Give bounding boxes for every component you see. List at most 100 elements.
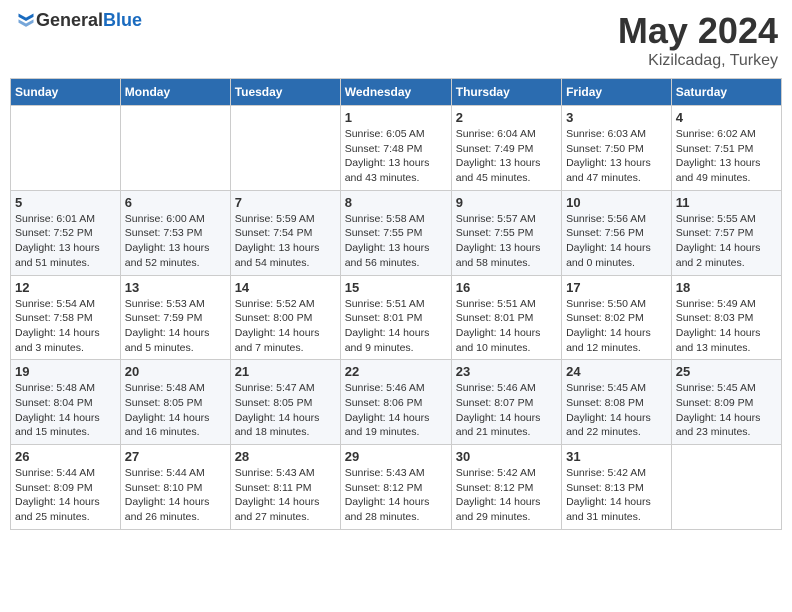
calendar-cell: 21 Sunrise: 5:47 AMSunset: 8:05 PMDayligh… xyxy=(230,360,340,445)
day-number: 21 xyxy=(235,364,336,379)
calendar-cell: 1 Sunrise: 6:05 AMSunset: 7:48 PMDaylight… xyxy=(340,106,451,191)
day-info: Sunrise: 6:02 AMSunset: 7:51 PMDaylight:… xyxy=(676,127,777,186)
day-number: 10 xyxy=(566,195,667,210)
day-number: 22 xyxy=(345,364,447,379)
day-number: 16 xyxy=(456,280,557,295)
calendar-cell: 15Sunrise: 5:51 AMSunset: 8:01 PMDayligh… xyxy=(340,275,451,360)
day-number: 18 xyxy=(676,280,777,295)
calendar-cell: 29 Sunrise: 5:43 AMSunset: 8:12 PMDayligh… xyxy=(340,445,451,530)
day-number: 4 xyxy=(676,110,777,125)
day-info: Sunrise: 5:42 AMSunset: 8:12 PMDaylight:… xyxy=(456,466,557,525)
day-number: 20 xyxy=(125,364,226,379)
day-number: 30 xyxy=(456,449,557,464)
calendar-cell: 30 Sunrise: 5:42 AMSunset: 8:12 PMDayligh… xyxy=(451,445,561,530)
day-number: 19 xyxy=(15,364,116,379)
day-info: Sunrise: 5:44 AMSunset: 8:09 PMDaylight:… xyxy=(15,466,116,525)
calendar-cell: 22 Sunrise: 5:46 AMSunset: 8:06 PMDayligh… xyxy=(340,360,451,445)
day-info: Sunrise: 5:59 AMSunset: 7:54 PMDaylight:… xyxy=(235,212,336,271)
day-info: Sunrise: 5:49 AMSunset: 8:03 PMDaylight:… xyxy=(676,297,777,356)
location: Kizilcadag, Turkey xyxy=(618,52,778,70)
day-info: Sunrise: 5:46 AMSunset: 8:06 PMDaylight:… xyxy=(345,381,447,440)
calendar-cell: 11Sunrise: 5:55 AMSunset: 7:57 PMDayligh… xyxy=(671,190,781,275)
day-number: 3 xyxy=(566,110,667,125)
calendar-cell: 13 Sunrise: 5:53 AMSunset: 7:59 PMDayligh… xyxy=(120,275,230,360)
calendar-cell: 3 Sunrise: 6:03 AMSunset: 7:50 PMDaylight… xyxy=(562,106,672,191)
calendar-cell: 6 Sunrise: 6:00 AMSunset: 7:53 PMDaylight… xyxy=(120,190,230,275)
day-number: 17 xyxy=(566,280,667,295)
logo-text: GeneralBlue xyxy=(36,10,142,30)
day-number: 9 xyxy=(456,195,557,210)
day-number: 6 xyxy=(125,195,226,210)
day-number: 1 xyxy=(345,110,447,125)
day-info: Sunrise: 5:57 AMSunset: 7:55 PMDaylight:… xyxy=(456,212,557,271)
calendar-cell: 23Sunrise: 5:46 AMSunset: 8:07 PMDayligh… xyxy=(451,360,561,445)
day-number: 14 xyxy=(235,280,336,295)
calendar-cell xyxy=(11,106,121,191)
weekday-header-row: SundayMondayTuesdayWednesdayThursdayFrid… xyxy=(11,79,782,106)
calendar-cell: 14 Sunrise: 5:52 AMSunset: 8:00 PMDayligh… xyxy=(230,275,340,360)
day-number: 2 xyxy=(456,110,557,125)
day-info: Sunrise: 5:43 AMSunset: 8:12 PMDaylight:… xyxy=(345,466,447,525)
day-number: 26 xyxy=(15,449,116,464)
title-area: May 2024 Kizilcadag, Turkey xyxy=(618,10,778,70)
day-number: 11 xyxy=(676,195,777,210)
calendar-cell: 9 Sunrise: 5:57 AMSunset: 7:55 PMDaylight… xyxy=(451,190,561,275)
calendar-cell: 2 Sunrise: 6:04 AMSunset: 7:49 PMDaylight… xyxy=(451,106,561,191)
calendar-cell: 24 Sunrise: 5:45 AMSunset: 8:08 PMDayligh… xyxy=(562,360,672,445)
calendar-cell: 8 Sunrise: 5:58 AMSunset: 7:55 PMDaylight… xyxy=(340,190,451,275)
day-number: 12 xyxy=(15,280,116,295)
weekday-header-wednesday: Wednesday xyxy=(340,79,451,106)
day-info: Sunrise: 5:45 AMSunset: 8:08 PMDaylight:… xyxy=(566,381,667,440)
calendar-cell: 31 Sunrise: 5:42 AMSunset: 8:13 PMDayligh… xyxy=(562,445,672,530)
calendar-table: SundayMondayTuesdayWednesdayThursdayFrid… xyxy=(10,78,782,530)
day-info: Sunrise: 5:47 AMSunset: 8:05 PMDaylight:… xyxy=(235,381,336,440)
calendar-cell xyxy=(671,445,781,530)
day-info: Sunrise: 5:51 AMSunset: 8:01 PMDaylight:… xyxy=(456,297,557,356)
day-info: Sunrise: 6:00 AMSunset: 7:53 PMDaylight:… xyxy=(125,212,226,271)
calendar-cell: 12Sunrise: 5:54 AMSunset: 7:58 PMDayligh… xyxy=(11,275,121,360)
day-info: Sunrise: 5:42 AMSunset: 8:13 PMDaylight:… xyxy=(566,466,667,525)
week-row-5: 26 Sunrise: 5:44 AMSunset: 8:09 PMDayligh… xyxy=(11,445,782,530)
calendar-cell: 7 Sunrise: 5:59 AMSunset: 7:54 PMDaylight… xyxy=(230,190,340,275)
calendar-cell: 18 Sunrise: 5:49 AMSunset: 8:03 PMDayligh… xyxy=(671,275,781,360)
day-info: Sunrise: 5:50 AMSunset: 8:02 PMDaylight:… xyxy=(566,297,667,356)
day-info: Sunrise: 5:44 AMSunset: 8:10 PMDaylight:… xyxy=(125,466,226,525)
day-info: Sunrise: 5:43 AMSunset: 8:11 PMDaylight:… xyxy=(235,466,336,525)
calendar-cell xyxy=(230,106,340,191)
week-row-1: 1 Sunrise: 6:05 AMSunset: 7:48 PMDaylight… xyxy=(11,106,782,191)
day-number: 13 xyxy=(125,280,226,295)
day-number: 8 xyxy=(345,195,447,210)
day-number: 24 xyxy=(566,364,667,379)
calendar-cell: 4 Sunrise: 6:02 AMSunset: 7:51 PMDaylight… xyxy=(671,106,781,191)
weekday-header-sunday: Sunday xyxy=(11,79,121,106)
weekday-header-tuesday: Tuesday xyxy=(230,79,340,106)
calendar-cell: 19 Sunrise: 5:48 AMSunset: 8:04 PMDayligh… xyxy=(11,360,121,445)
day-info: Sunrise: 5:52 AMSunset: 8:00 PMDaylight:… xyxy=(235,297,336,356)
day-number: 28 xyxy=(235,449,336,464)
day-info: Sunrise: 5:58 AMSunset: 7:55 PMDaylight:… xyxy=(345,212,447,271)
day-number: 25 xyxy=(676,364,777,379)
logo-icon xyxy=(16,11,36,31)
calendar-cell: 17 Sunrise: 5:50 AMSunset: 8:02 PMDayligh… xyxy=(562,275,672,360)
day-number: 31 xyxy=(566,449,667,464)
day-info: Sunrise: 5:53 AMSunset: 7:59 PMDaylight:… xyxy=(125,297,226,356)
day-number: 7 xyxy=(235,195,336,210)
calendar-cell: 10Sunrise: 5:56 AMSunset: 7:56 PMDayligh… xyxy=(562,190,672,275)
logo: GeneralBlue xyxy=(14,10,142,31)
day-number: 29 xyxy=(345,449,447,464)
calendar-cell: 26 Sunrise: 5:44 AMSunset: 8:09 PMDayligh… xyxy=(11,445,121,530)
weekday-header-monday: Monday xyxy=(120,79,230,106)
weekday-header-saturday: Saturday xyxy=(671,79,781,106)
calendar-cell: 5Sunrise: 6:01 AMSunset: 7:52 PMDaylight… xyxy=(11,190,121,275)
day-info: Sunrise: 6:03 AMSunset: 7:50 PMDaylight:… xyxy=(566,127,667,186)
day-info: Sunrise: 6:01 AMSunset: 7:52 PMDaylight:… xyxy=(15,212,116,271)
day-number: 15 xyxy=(345,280,447,295)
calendar-cell: 28 Sunrise: 5:43 AMSunset: 8:11 PMDayligh… xyxy=(230,445,340,530)
week-row-3: 12Sunrise: 5:54 AMSunset: 7:58 PMDayligh… xyxy=(11,275,782,360)
day-info: Sunrise: 6:05 AMSunset: 7:48 PMDaylight:… xyxy=(345,127,447,186)
calendar-cell: 25Sunrise: 5:45 AMSunset: 8:09 PMDayligh… xyxy=(671,360,781,445)
day-info: Sunrise: 6:04 AMSunset: 7:49 PMDaylight:… xyxy=(456,127,557,186)
day-info: Sunrise: 5:48 AMSunset: 8:04 PMDaylight:… xyxy=(15,381,116,440)
month-title: May 2024 xyxy=(618,10,778,52)
day-number: 27 xyxy=(125,449,226,464)
